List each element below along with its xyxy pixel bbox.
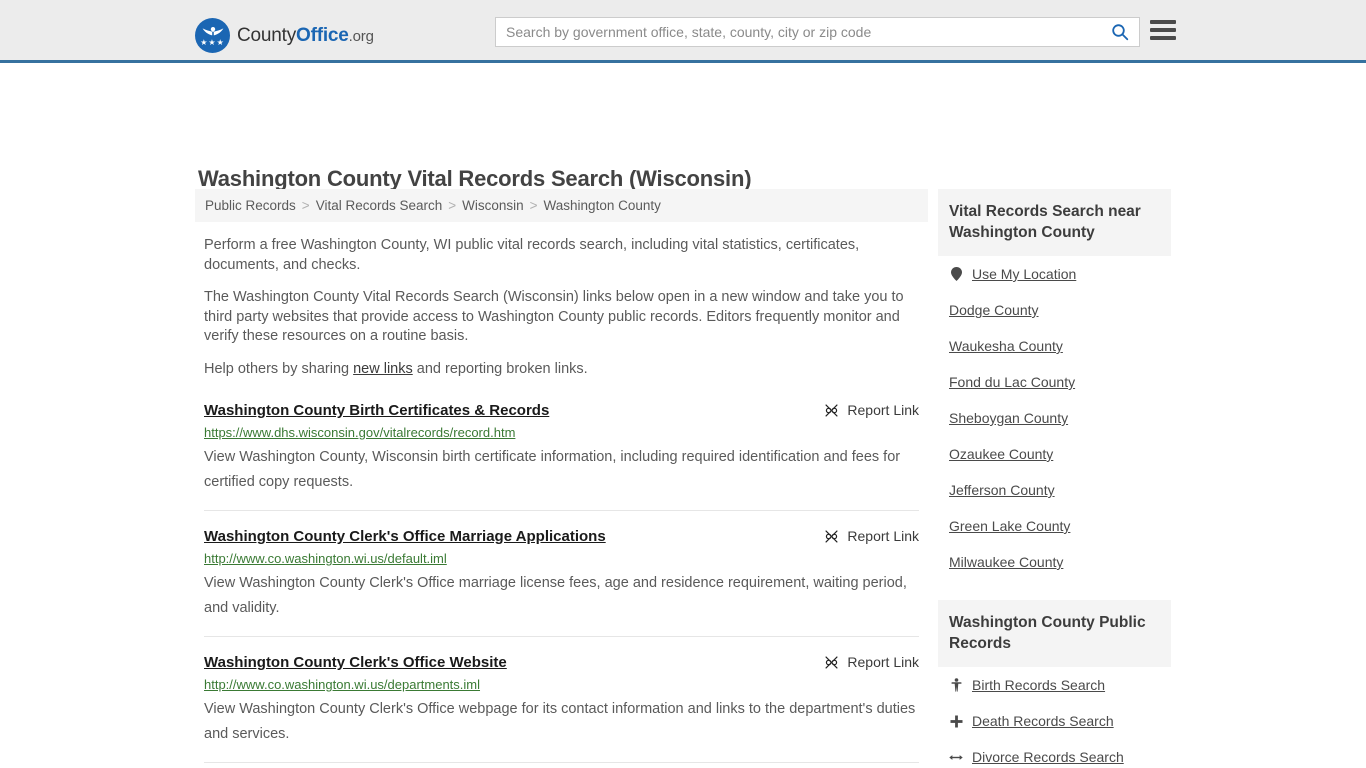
breadcrumb-separator: > bbox=[529, 198, 538, 213]
report-link-button[interactable]: Report Link bbox=[824, 527, 919, 544]
result-header: Washington County Birth Certificates & R… bbox=[204, 401, 919, 420]
result-description: View Washington County, Wisconsin birth … bbox=[204, 449, 901, 490]
result-url[interactable]: http://www.co.washington.wi.us/departmen… bbox=[204, 677, 919, 693]
sidebar-item-fond-du-lac-county[interactable]: Fond du Lac County bbox=[938, 364, 1171, 400]
result-url[interactable]: https://www.dhs.wisconsin.gov/vitalrecor… bbox=[204, 425, 919, 441]
report-link-button[interactable]: Report Link bbox=[824, 401, 919, 418]
search-input[interactable] bbox=[496, 18, 1101, 46]
breadcrumb: Public Records > Vital Records Search > … bbox=[195, 189, 928, 222]
sidebar-item-birth-records-search[interactable]: Birth Records Search bbox=[938, 667, 1171, 703]
sidebar-link-label[interactable]: Jefferson County bbox=[949, 482, 1055, 498]
hamburger-bar bbox=[1150, 36, 1176, 40]
result-title-link[interactable]: Washington County Birth Certificates & R… bbox=[204, 401, 549, 420]
logo-wordmark: CountyOffice.org bbox=[237, 25, 374, 47]
sidebar-item-dodge-county[interactable]: Dodge County bbox=[938, 292, 1171, 328]
sidebar-item-ozaukee-county[interactable]: Ozaukee County bbox=[938, 436, 1171, 472]
result-item: Washington County Birth Certificates & R… bbox=[204, 401, 919, 511]
broken-link-icon bbox=[825, 655, 838, 669]
sidebar-item-sheboygan-county[interactable]: Sheboygan County bbox=[938, 400, 1171, 436]
sidebar-link-label[interactable]: Milwaukee County bbox=[949, 554, 1063, 570]
result-header: Washington County Clerk's Office Marriag… bbox=[204, 527, 919, 546]
sidebar-nearby-list: Use My Location Dodge County Waukesha Co… bbox=[938, 256, 1171, 580]
sidebar-link-label[interactable]: Divorce Records Search bbox=[972, 749, 1124, 765]
report-link-label: Report Link bbox=[847, 528, 919, 544]
intro-paragraph-1: Perform a free Washington County, WI pub… bbox=[204, 237, 860, 273]
breadcrumb-item-vital-records-search[interactable]: Vital Records Search bbox=[316, 198, 443, 213]
breadcrumb-separator: > bbox=[448, 198, 457, 213]
sidebar-public-records-block: Washington County Public Records Birth R… bbox=[938, 600, 1171, 768]
search-icon bbox=[1112, 24, 1129, 41]
sidebar-public-records-title: Washington County Public Records bbox=[938, 600, 1171, 667]
new-links-link[interactable]: new links bbox=[353, 361, 413, 377]
results-list: Washington County Birth Certificates & R… bbox=[195, 401, 928, 768]
broken-link-icon bbox=[825, 403, 838, 417]
intro-section: Perform a free Washington County, WI pub… bbox=[195, 236, 928, 379]
cross-icon bbox=[949, 715, 963, 728]
result-title-link[interactable]: Washington County Clerk's Office Website bbox=[204, 653, 507, 672]
logo-word-office: Office bbox=[296, 24, 349, 46]
hamburger-bar bbox=[1150, 28, 1176, 32]
search-bar bbox=[495, 17, 1140, 47]
logo-stars: ★★★ bbox=[200, 38, 225, 47]
main-content: Public Records > Vital Records Search > … bbox=[195, 189, 928, 768]
sidebar-link-label[interactable]: Ozaukee County bbox=[949, 446, 1053, 462]
sidebar-link-label[interactable]: Fond du Lac County bbox=[949, 374, 1075, 390]
page-title: Washington County Vital Records Search (… bbox=[198, 165, 752, 191]
child-icon bbox=[949, 678, 963, 692]
sidebar-item-jefferson-county[interactable]: Jefferson County bbox=[938, 472, 1171, 508]
result-item: Washington County Clerk's Office Marriag… bbox=[204, 527, 919, 637]
report-link-button[interactable]: Report Link bbox=[824, 653, 919, 670]
broken-link-icon bbox=[825, 529, 838, 543]
sidebar-link-label[interactable]: Birth Records Search bbox=[972, 677, 1105, 693]
intro-help-paragraph: Help others by sharing new links and rep… bbox=[204, 360, 919, 380]
report-link-label: Report Link bbox=[847, 654, 919, 670]
sidebar: Vital Records Search near Washington Cou… bbox=[938, 189, 1171, 768]
hamburger-bar bbox=[1150, 20, 1176, 24]
sidebar-item-use-my-location[interactable]: Use My Location bbox=[938, 256, 1171, 292]
sidebar-item-death-records-search[interactable]: Death Records Search bbox=[938, 703, 1171, 739]
site-header: ★★★ CountyOffice.org bbox=[0, 0, 1366, 63]
left-right-arrow-icon bbox=[949, 752, 963, 763]
result-item: Washington County Clerk's Office Website… bbox=[204, 653, 919, 763]
help-suffix-text: and reporting broken links. bbox=[412, 360, 588, 377]
breadcrumb-item-public-records[interactable]: Public Records bbox=[205, 198, 296, 213]
sidebar-link-label[interactable]: Use My Location bbox=[972, 266, 1076, 282]
help-prefix-text: Help others by sharing bbox=[204, 360, 354, 377]
result-url[interactable]: http://www.co.washington.wi.us/default.i… bbox=[204, 551, 919, 567]
sidebar-link-label[interactable]: Waukesha County bbox=[949, 338, 1063, 354]
intro-paragraph-2: The Washington County Vital Records Sear… bbox=[204, 289, 904, 344]
sidebar-item-green-lake-county[interactable]: Green Lake County bbox=[938, 508, 1171, 544]
breadcrumb-item-washington-county[interactable]: Washington County bbox=[544, 198, 661, 213]
hamburger-menu-icon[interactable] bbox=[1150, 20, 1176, 40]
sidebar-item-divorce-records-search[interactable]: Divorce Records Search bbox=[938, 739, 1171, 768]
result-header: Washington County Clerk's Office Website… bbox=[204, 653, 919, 672]
sidebar-link-label[interactable]: Sheboygan County bbox=[949, 410, 1068, 426]
sidebar-link-label[interactable]: Dodge County bbox=[949, 302, 1039, 318]
site-logo[interactable]: ★★★ CountyOffice.org bbox=[195, 18, 374, 53]
sidebar-item-milwaukee-county[interactable]: Milwaukee County bbox=[938, 544, 1171, 580]
sidebar-public-records-list: Birth Records Search Death Records Searc… bbox=[938, 667, 1171, 768]
sidebar-nearby-title: Vital Records Search near Washington Cou… bbox=[938, 189, 1171, 256]
sidebar-nearby-block: Vital Records Search near Washington Cou… bbox=[938, 189, 1171, 580]
sidebar-link-label[interactable]: Death Records Search bbox=[972, 713, 1114, 729]
report-link-label: Report Link bbox=[847, 402, 919, 418]
map-pin-icon bbox=[949, 267, 963, 281]
logo-word-tld: .org bbox=[348, 27, 374, 45]
result-description: View Washington County Clerk's Office we… bbox=[204, 701, 916, 742]
breadcrumb-separator: > bbox=[301, 198, 310, 213]
search-button[interactable] bbox=[1101, 18, 1139, 46]
breadcrumb-item-wisconsin[interactable]: Wisconsin bbox=[462, 198, 524, 213]
result-title-link[interactable]: Washington County Clerk's Office Marriag… bbox=[204, 527, 606, 546]
sidebar-item-waukesha-county[interactable]: Waukesha County bbox=[938, 328, 1171, 364]
logo-word-county: County bbox=[237, 24, 297, 46]
eagle-glyph bbox=[202, 27, 223, 36]
countyoffice-logo-icon: ★★★ bbox=[195, 18, 230, 53]
result-description: View Washington County Clerk's Office ma… bbox=[204, 575, 907, 616]
sidebar-link-label[interactable]: Green Lake County bbox=[949, 518, 1070, 534]
